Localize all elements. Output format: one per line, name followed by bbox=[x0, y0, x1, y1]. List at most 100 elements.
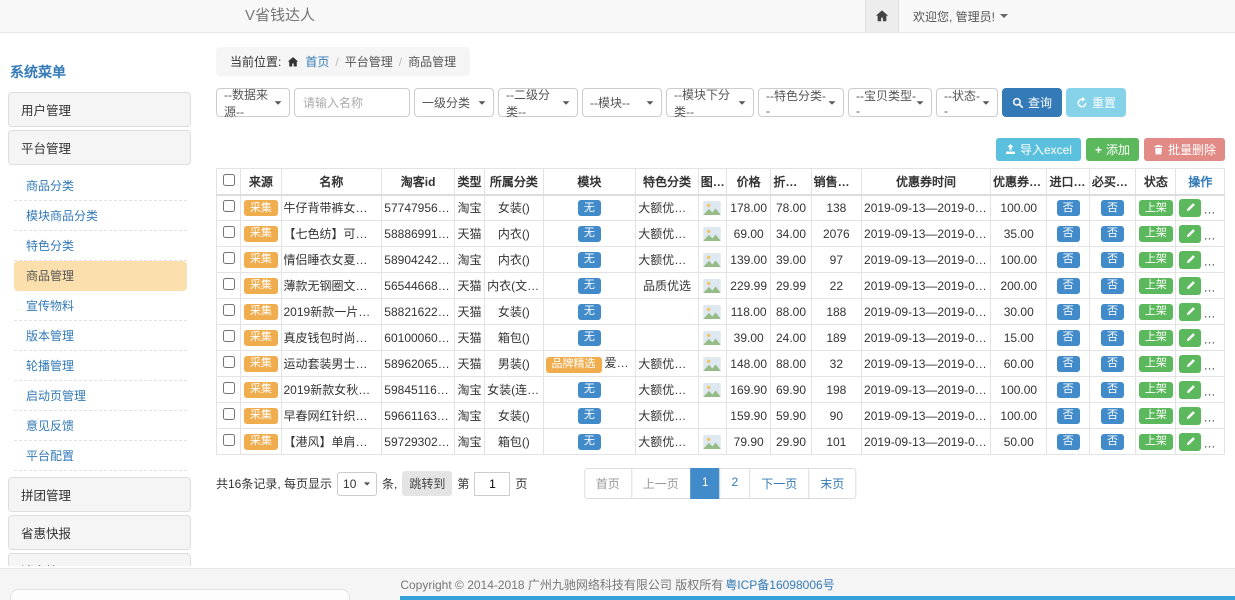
import-select-badge: 否 bbox=[1057, 278, 1080, 294]
taoke-id-cell: 596611634525 bbox=[382, 403, 455, 429]
level1-category-select[interactable]: 一级分类 bbox=[414, 88, 494, 117]
page-number-input[interactable] bbox=[474, 472, 510, 496]
sidebar-section[interactable]: 拼团管理 bbox=[8, 477, 191, 512]
source-badge: 采集 bbox=[244, 252, 278, 268]
sidebar-section[interactable]: 省惠快报 bbox=[8, 515, 191, 550]
bottom-panel-edge bbox=[10, 589, 350, 600]
row-checkbox[interactable] bbox=[223, 278, 235, 290]
pagination-button[interactable]: 下一页 bbox=[749, 468, 809, 499]
user-menu[interactable]: 欢迎您, 管理员! bbox=[913, 8, 1008, 25]
breadcrumb-home-link[interactable]: 首页 bbox=[305, 53, 329, 70]
import-excel-button[interactable]: 导入excel bbox=[996, 138, 1081, 161]
pagination-button[interactable]: 上一页 bbox=[631, 468, 691, 499]
type-cell: 天猫 bbox=[454, 299, 484, 325]
sidebar-subitem[interactable]: 商品分类 bbox=[14, 171, 187, 201]
icp-link[interactable]: 粤ICP备16098006号 bbox=[725, 576, 834, 593]
sidebar-subitem[interactable]: 商品管理 bbox=[14, 261, 187, 291]
caret-down-icon bbox=[479, 101, 486, 104]
taoke-id-cell: 588216228899 bbox=[382, 299, 455, 325]
home-button[interactable] bbox=[865, 0, 899, 32]
coupon-amount-cell: 100.00 bbox=[991, 403, 1047, 429]
sidebar-subitem[interactable]: 模块商品分类 bbox=[14, 201, 187, 231]
import-select-badge: 否 bbox=[1057, 434, 1080, 450]
icon-cell bbox=[698, 325, 726, 351]
operation-cell bbox=[1176, 325, 1225, 351]
row-checkbox[interactable] bbox=[223, 356, 235, 368]
pagination-button[interactable]: 末页 bbox=[808, 468, 856, 499]
sidebar-subitem[interactable]: 轮播管理 bbox=[14, 351, 187, 381]
edit-button[interactable] bbox=[1179, 355, 1201, 373]
per-page-select[interactable]: 10 bbox=[337, 472, 377, 496]
pagination-button[interactable]: 2 bbox=[720, 468, 751, 499]
row-checkbox[interactable] bbox=[223, 434, 235, 446]
pagination: 共16条记录, 每页显示 10 条, 跳转到 第 页 首页上一页12下一页末页 bbox=[216, 468, 1225, 498]
caret-down-icon bbox=[829, 101, 836, 104]
category-cell: 女装() bbox=[485, 403, 543, 429]
sidebar-section[interactable]: 平台管理 bbox=[8, 130, 191, 165]
sidebar-subitem[interactable]: 平台配置 bbox=[14, 441, 187, 471]
table-row: 采集【七色纺】可爱纯棉家...588869917501天猫内衣()无大额优惠券6… bbox=[217, 221, 1225, 247]
edit-button[interactable] bbox=[1179, 225, 1201, 243]
status-cell: 上架 bbox=[1136, 221, 1176, 247]
feature-category-select[interactable]: --特色分类-- bbox=[758, 88, 844, 117]
column-header: 进口优选 bbox=[1047, 169, 1089, 195]
sales-cell: 138 bbox=[811, 195, 861, 221]
status-select[interactable]: --状态-- bbox=[936, 88, 998, 117]
category-cell: 箱包() bbox=[485, 325, 543, 351]
sidebar-section[interactable]: 消息管理 bbox=[8, 553, 191, 566]
search-button[interactable]: 查询 bbox=[1002, 88, 1062, 117]
row-checkbox[interactable] bbox=[223, 252, 235, 264]
refresh-icon bbox=[1076, 97, 1088, 109]
icon-cell bbox=[698, 299, 726, 325]
import-select-cell: 否 bbox=[1047, 273, 1089, 299]
type-cell: 淘宝 bbox=[454, 429, 484, 455]
pagination-button[interactable]: 1 bbox=[690, 468, 721, 499]
module-select[interactable]: --模块-- bbox=[582, 88, 662, 117]
edit-button[interactable] bbox=[1179, 407, 1201, 425]
column-header: 模块 bbox=[543, 169, 636, 195]
edit-button[interactable] bbox=[1179, 381, 1201, 399]
source-badge: 采集 bbox=[244, 278, 278, 294]
coupon-time-cell: 2019-09-13—2019-09-20 bbox=[862, 247, 991, 273]
level2-category-select[interactable]: --二级分类-- bbox=[498, 88, 578, 117]
edit-button[interactable] bbox=[1179, 277, 1201, 295]
sidebar-subitem[interactable]: 宣传物料 bbox=[14, 291, 187, 321]
source-cell: 采集 bbox=[241, 247, 281, 273]
sidebar-subitem[interactable]: 特色分类 bbox=[14, 231, 187, 261]
name-input[interactable] bbox=[294, 88, 410, 117]
row-checkbox[interactable] bbox=[223, 304, 235, 316]
module-subcategory-select[interactable]: --模块下分类-- bbox=[666, 88, 754, 117]
feature-cell: 品质优选 bbox=[636, 273, 698, 299]
data-source-select[interactable]: --数据来源-- bbox=[216, 88, 290, 117]
select-all-checkbox[interactable] bbox=[223, 174, 235, 186]
sidebar-subitem[interactable]: 版本管理 bbox=[14, 321, 187, 351]
edit-button[interactable] bbox=[1179, 303, 1201, 321]
row-select-cell bbox=[217, 299, 241, 325]
coupon-amount-cell: 200.00 bbox=[991, 273, 1047, 299]
price-cell: 69.00 bbox=[726, 221, 770, 247]
sidebar-section[interactable]: 用户管理 bbox=[8, 92, 191, 127]
row-checkbox[interactable] bbox=[223, 382, 235, 394]
edit-button[interactable] bbox=[1179, 329, 1201, 347]
row-checkbox[interactable] bbox=[223, 330, 235, 342]
module-badge: 无 bbox=[578, 200, 601, 216]
row-checkbox[interactable] bbox=[223, 226, 235, 238]
jump-button[interactable]: 跳转到 bbox=[402, 471, 452, 496]
add-button[interactable]: + 添加 bbox=[1086, 138, 1139, 161]
edit-button[interactable] bbox=[1179, 433, 1201, 451]
sidebar-subitem[interactable]: 启动页管理 bbox=[14, 381, 187, 411]
sales-cell: 101 bbox=[811, 429, 861, 455]
sidebar-subitem[interactable]: 意见反馈 bbox=[14, 411, 187, 441]
discount-price-cell: 24.00 bbox=[771, 325, 811, 351]
item-type-select[interactable]: --宝贝类型-- bbox=[848, 88, 932, 117]
edit-button[interactable] bbox=[1179, 251, 1201, 269]
row-checkbox[interactable] bbox=[223, 408, 235, 420]
name-cell: 运动套装男士卫衣初秋... bbox=[281, 351, 382, 377]
sidebar-menu: 用户管理平台管理商品分类模块商品分类特色分类商品管理宣传物料版本管理轮播管理启动… bbox=[8, 92, 191, 566]
reset-button[interactable]: 重置 bbox=[1066, 88, 1126, 117]
pagination-button[interactable]: 首页 bbox=[584, 468, 632, 499]
row-checkbox[interactable] bbox=[223, 200, 235, 212]
coupon-time-cell: 2019-09-13—2019-09-17 bbox=[862, 273, 991, 299]
edit-button[interactable] bbox=[1179, 199, 1201, 217]
batch-delete-button[interactable]: 批量删除 bbox=[1144, 138, 1225, 161]
